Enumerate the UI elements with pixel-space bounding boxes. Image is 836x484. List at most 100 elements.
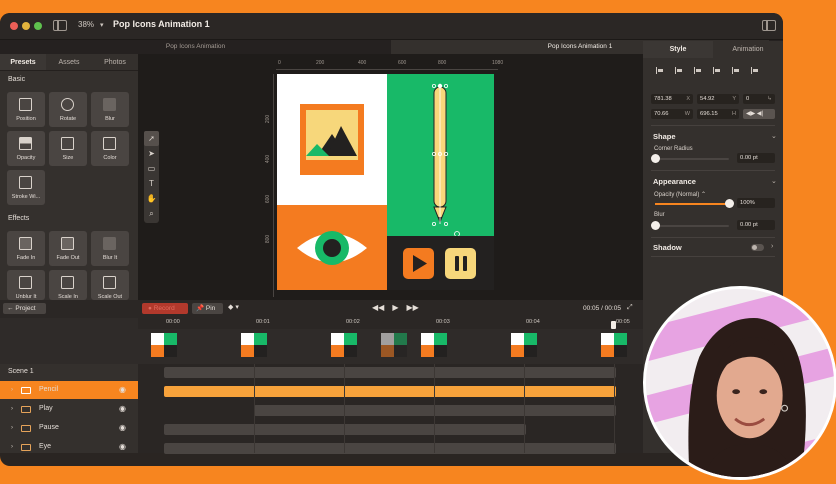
basic-section-label: Basic xyxy=(8,76,26,83)
pin-button[interactable]: 📌 Pin xyxy=(192,303,223,314)
rewind-icon[interactable]: ◀◀ xyxy=(372,303,384,312)
pencil-track[interactable] xyxy=(164,386,616,397)
eye-visibility-icon[interactable]: ◉ xyxy=(119,438,126,456)
text-tool-icon[interactable]: T xyxy=(144,176,159,191)
frame-thumbnail[interactable] xyxy=(151,333,179,359)
corner-radius-slider[interactable] xyxy=(651,154,729,163)
layer-eye[interactable]: › Eye ◉ xyxy=(0,438,138,456)
layer-name: Eye xyxy=(39,443,52,450)
chevron-right-icon[interactable]: › xyxy=(11,381,13,399)
keyframe-dropdown[interactable]: ◆ ▾ xyxy=(228,303,239,311)
frame-thumbnail[interactable] xyxy=(421,333,449,359)
close-window-button[interactable] xyxy=(10,22,18,30)
frame-thumbnail[interactable] xyxy=(511,333,539,359)
align-right-icon[interactable] xyxy=(694,67,702,74)
preset-scale-out[interactable]: Scale Out xyxy=(91,270,129,300)
tab-style[interactable]: Style xyxy=(643,41,713,58)
pin-label: Pin xyxy=(205,305,216,312)
flip-controls[interactable]: ◀▶ ◀| xyxy=(743,109,775,119)
slider-knob[interactable] xyxy=(725,199,734,208)
align-middle-icon[interactable] xyxy=(732,67,740,74)
timeline-ruler[interactable]: 00:00 00:01 00:02 00:03 00:04 00:05 xyxy=(138,318,754,329)
preset-scale-in[interactable]: Scale In xyxy=(49,270,87,300)
minimize-window-button[interactable] xyxy=(22,22,30,30)
rotation-field[interactable]: 0 ↳ xyxy=(743,94,775,104)
zoom-window-button[interactable] xyxy=(34,22,42,30)
slider-knob[interactable] xyxy=(651,221,660,230)
tab-presets[interactable]: Presets xyxy=(0,54,46,70)
preset-size[interactable]: Size xyxy=(49,131,87,166)
shape-section-header[interactable]: Shape ⌄ xyxy=(653,132,777,141)
doc-tab-1[interactable]: Pop Icons Animation xyxy=(0,40,391,54)
select-tool-icon[interactable]: ➚ xyxy=(144,131,159,146)
preset-stroke-width[interactable]: Stroke Wi... xyxy=(7,170,45,205)
scene-track[interactable] xyxy=(164,367,616,378)
shadow-toggle[interactable] xyxy=(751,244,764,251)
h-field[interactable]: 696.15 H xyxy=(697,109,739,119)
pause-track[interactable] xyxy=(164,424,526,435)
w-field[interactable]: 70.66 W xyxy=(651,109,693,119)
blur-slider[interactable] xyxy=(651,221,729,230)
fast-forward-icon[interactable]: ▶▶ xyxy=(406,303,418,312)
blur-value[interactable]: 0.00 pt xyxy=(737,220,775,230)
corner-radius-value[interactable]: 0.00 pt xyxy=(737,153,775,163)
preset-blur[interactable]: Blur xyxy=(91,92,129,127)
eye-track[interactable] xyxy=(164,443,616,454)
align-top-icon[interactable] xyxy=(713,67,721,74)
zoom-tool-icon[interactable]: ⌕ xyxy=(144,206,159,221)
preset-blur-it[interactable]: Blur It xyxy=(91,231,129,266)
frame-thumbnail[interactable] xyxy=(241,333,269,359)
chevron-right-icon[interactable]: › xyxy=(11,438,13,456)
zoom-dropdown[interactable]: 38% ▾ xyxy=(78,20,104,29)
chevron-right-icon[interactable]: › xyxy=(11,400,13,418)
preset-color[interactable]: Color xyxy=(91,131,129,166)
frame-thumbnail[interactable] xyxy=(331,333,359,359)
align-center-icon[interactable] xyxy=(675,67,683,74)
preset-label: Opacity xyxy=(16,155,36,161)
record-button[interactable]: ● Record xyxy=(142,303,188,314)
inspector-toggle-icon[interactable] xyxy=(762,20,776,31)
divider xyxy=(651,125,775,126)
project-button[interactable]: ← Project xyxy=(3,303,46,314)
position-fields: 781.38 X 54.92 Y 0 ↳ xyxy=(651,94,775,104)
shadow-section-header[interactable]: Shadow › xyxy=(653,243,773,252)
opacity-slider[interactable] xyxy=(655,199,734,208)
preset-rotate[interactable]: Rotate xyxy=(49,92,87,127)
sidebar-toggle-icon[interactable] xyxy=(53,20,67,31)
preset-unblur-it[interactable]: Unblur It xyxy=(7,270,45,300)
appearance-section-header[interactable]: Appearance ⌄ xyxy=(653,177,777,186)
layer-play[interactable]: › Play ◉ xyxy=(0,400,138,418)
preset-fade-out[interactable]: Fade Out xyxy=(49,231,87,266)
rectangle-tool-icon[interactable]: ▭ xyxy=(144,161,159,176)
y-field[interactable]: 54.92 Y xyxy=(697,94,739,104)
eye-visibility-icon[interactable]: ◉ xyxy=(119,381,126,399)
tab-photos[interactable]: Photos xyxy=(92,54,138,70)
artboard[interactable] xyxy=(277,74,494,290)
chevron-right-icon[interactable]: › xyxy=(11,419,13,437)
play-button-icon[interactable]: ▶ xyxy=(392,303,398,312)
opacity-value[interactable]: 100% xyxy=(737,198,775,208)
play-track[interactable] xyxy=(254,405,616,416)
hand-tool-icon[interactable]: ✋ xyxy=(144,191,159,206)
slider-knob[interactable] xyxy=(651,154,660,163)
align-bottom-icon[interactable] xyxy=(751,67,759,74)
expand-icon[interactable]: ⤢ xyxy=(627,304,633,312)
direct-select-tool-icon[interactable]: ➤ xyxy=(144,146,159,161)
align-left-icon[interactable] xyxy=(656,67,664,74)
eye-visibility-icon[interactable]: ◉ xyxy=(119,400,126,418)
tab-assets[interactable]: Assets xyxy=(46,54,92,70)
tab-animation[interactable]: Animation xyxy=(713,41,783,58)
frame-thumbnail[interactable] xyxy=(601,333,629,359)
layer-pencil[interactable]: › Pencil ◉ xyxy=(0,381,138,399)
divider xyxy=(651,256,775,257)
frame-thumbnail[interactable] xyxy=(381,333,409,359)
playhead[interactable] xyxy=(611,321,616,329)
scene-header[interactable]: Scene 1 xyxy=(0,368,34,375)
layer-pause[interactable]: › Pause ◉ xyxy=(0,419,138,437)
preset-opacity[interactable]: Opacity xyxy=(7,131,45,166)
preset-fade-in[interactable]: Fade In xyxy=(7,231,45,266)
eye-visibility-icon[interactable]: ◉ xyxy=(119,419,126,437)
preset-position[interactable]: Position xyxy=(7,92,45,127)
x-field[interactable]: 781.38 X xyxy=(651,94,693,104)
opacity-label[interactable]: Opacity (Normal) ⌃ xyxy=(654,191,706,198)
